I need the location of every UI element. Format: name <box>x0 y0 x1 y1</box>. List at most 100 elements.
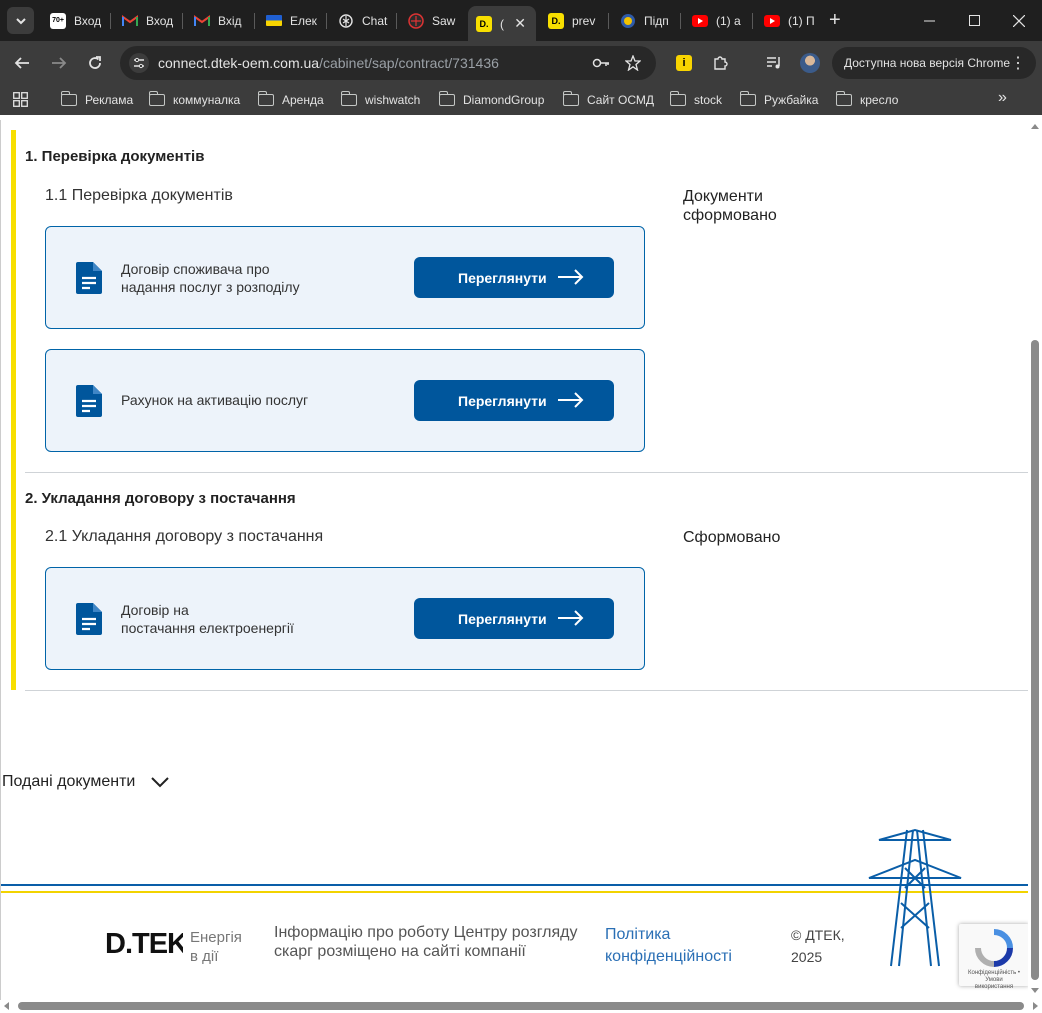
accordion-label: Подані документи <box>2 773 136 790</box>
dtek-icon: D. <box>476 15 492 32</box>
folder-icon <box>669 91 686 106</box>
new-tab-button[interactable]: + <box>829 10 841 30</box>
section-title: 1. Перевірка документів <box>25 148 205 165</box>
chrome-update-button[interactable]: Доступна нова версія Chrome ⋮ <box>832 47 1036 79</box>
update-label: Доступна нова версія Chrome <box>844 56 1011 70</box>
minimize-button[interactable] <box>906 0 952 41</box>
tab-label: (1) П <box>788 13 815 28</box>
bookmark-folder[interactable]: stock <box>669 85 722 115</box>
tab-label: Вхід <box>218 13 242 28</box>
arrow-right-icon <box>558 610 584 626</box>
bookmarks-bar: Реклама коммуналка Аренда wishwatch Diam… <box>0 85 1042 115</box>
close-icon <box>1013 14 1025 27</box>
chatgpt-icon <box>338 13 354 29</box>
extensions-puzzle-icon[interactable] <box>710 53 730 73</box>
arrow-left-icon <box>14 57 29 69</box>
bookmark-folder[interactable]: коммуналка <box>148 85 240 115</box>
reload-button[interactable] <box>83 51 107 75</box>
close-tab-icon[interactable]: ✕ <box>514 15 526 32</box>
address-bar[interactable]: connect.dtek-oem.com.ua/cabinet/sap/cont… <box>120 46 656 80</box>
scroll-thumb[interactable] <box>1031 340 1039 980</box>
bookmark-folder[interactable]: кресло <box>835 85 899 115</box>
extension-yellow-icon[interactable]: i <box>674 53 694 73</box>
view-document-button[interactable]: Переглянути <box>414 598 614 639</box>
apps-grid-icon[interactable] <box>13 92 28 107</box>
dtek-logo: D.TEK <box>105 928 183 958</box>
bookmark-folder[interactable]: DiamondGroup <box>438 85 544 115</box>
tab-gmail-2[interactable]: Вхід <box>186 5 254 36</box>
tab-saw[interactable]: Saw <box>400 5 466 36</box>
gov-seal-icon <box>620 13 636 29</box>
footer-info-text: Інформацію про роботу Центру розгляду ск… <box>274 924 578 960</box>
tab-elektro[interactable]: Елек <box>258 5 326 36</box>
arrow-right-icon <box>52 57 67 69</box>
maximize-button[interactable] <box>951 0 997 41</box>
progress-accent-bar <box>11 130 16 690</box>
youtube-icon <box>764 14 780 27</box>
tab-chatgpt[interactable]: Chat <box>330 5 396 36</box>
scroll-thumb[interactable] <box>18 1002 1024 1010</box>
tab-strip: 70+ Вход Вход Вхід Елек Chat Saw D. ( ✕ <box>0 0 1042 41</box>
recaptcha-icon <box>975 929 1013 967</box>
recaptcha-badge[interactable]: Конфіденційність • Умови використання <box>959 924 1028 990</box>
close-window-button[interactable] <box>996 0 1042 41</box>
ukraine-flag-icon <box>266 15 282 26</box>
folder-icon <box>340 91 357 106</box>
minimize-icon <box>923 20 935 22</box>
tab-label: Елек <box>290 13 317 28</box>
forward-button[interactable] <box>47 51 71 75</box>
vertical-scrollbar[interactable] <box>1028 120 1042 1000</box>
scroll-right-arrow[interactable] <box>1033 1002 1038 1010</box>
bookmarks-overflow-icon[interactable]: » <box>998 89 1007 107</box>
tab-pidpys[interactable]: Підп <box>612 5 678 36</box>
bookmark-folder[interactable]: Сайт ОСМД <box>562 85 654 115</box>
tab-dtek-active[interactable]: D. ( ✕ <box>468 6 536 41</box>
bookmark-label: кресло <box>860 93 899 107</box>
tab-youtube-2[interactable]: (1) П <box>756 5 822 36</box>
privacy-policy-link[interactable]: Політика конфіденційності <box>605 924 732 968</box>
tab-label: Вход <box>74 13 102 28</box>
scroll-down-arrow[interactable] <box>1031 988 1039 993</box>
chevron-down-icon <box>151 777 170 788</box>
step-title: 1.1 Перевірка документів <box>45 187 233 204</box>
scroll-left-arrow[interactable] <box>4 1002 9 1010</box>
arrow-right-icon <box>558 392 584 408</box>
back-button[interactable] <box>10 51 34 75</box>
step-status: Сформовано <box>683 529 781 546</box>
url-text: connect.dtek-oem.com.ua/cabinet/sap/cont… <box>158 55 499 71</box>
folder-icon <box>835 91 852 106</box>
tab-dtek-prev[interactable]: D. prev <box>540 5 606 36</box>
arrow-right-icon <box>558 269 584 285</box>
footer-tagline: Енергія в дії <box>190 929 242 965</box>
document-icon <box>76 262 102 294</box>
tab-gmail-1[interactable]: Вход <box>114 5 182 36</box>
media-controls-icon[interactable] <box>764 53 784 73</box>
view-document-button[interactable]: Переглянути <box>414 257 614 298</box>
more-menu-icon[interactable]: ⋮ <box>1010 53 1026 73</box>
bookmark-folder[interactable]: Реклама <box>60 85 133 115</box>
tab-ukrnet-inbox[interactable]: 70+ Вход <box>42 5 110 36</box>
section-divider <box>25 472 1028 473</box>
tab-label: Saw <box>432 13 456 28</box>
bookmark-folder[interactable]: Аренда <box>257 85 324 115</box>
view-document-button[interactable]: Переглянути <box>414 380 614 421</box>
document-card: Рахунок на активацію послуг Переглянути <box>45 349 645 452</box>
site-info-icon[interactable] <box>129 53 149 73</box>
document-card: Договір на постачання електроенергії Пер… <box>45 567 645 670</box>
dtek-icon: D. <box>548 12 564 29</box>
folder-icon <box>148 91 165 106</box>
bookmark-star-icon[interactable] <box>624 54 642 72</box>
profile-avatar[interactable] <box>800 53 820 73</box>
password-key-icon[interactable] <box>592 54 610 72</box>
tab-youtube-1[interactable]: (1) а <box>684 5 750 36</box>
tab-label: Chat <box>362 13 388 28</box>
document-name: Договір на постачання електроенергії <box>121 602 294 636</box>
horizontal-scrollbar[interactable] <box>0 1000 1042 1013</box>
folder-icon <box>257 91 274 106</box>
bookmark-folder[interactable]: wishwatch <box>340 85 420 115</box>
scroll-up-arrow[interactable] <box>1031 124 1039 129</box>
bookmark-folder[interactable]: Ружбайка <box>739 85 818 115</box>
tab-search-button[interactable] <box>7 7 34 34</box>
document-name: Договір споживача про надання послуг з р… <box>121 261 300 295</box>
submitted-documents-toggle[interactable]: Подані документи <box>2 773 170 791</box>
